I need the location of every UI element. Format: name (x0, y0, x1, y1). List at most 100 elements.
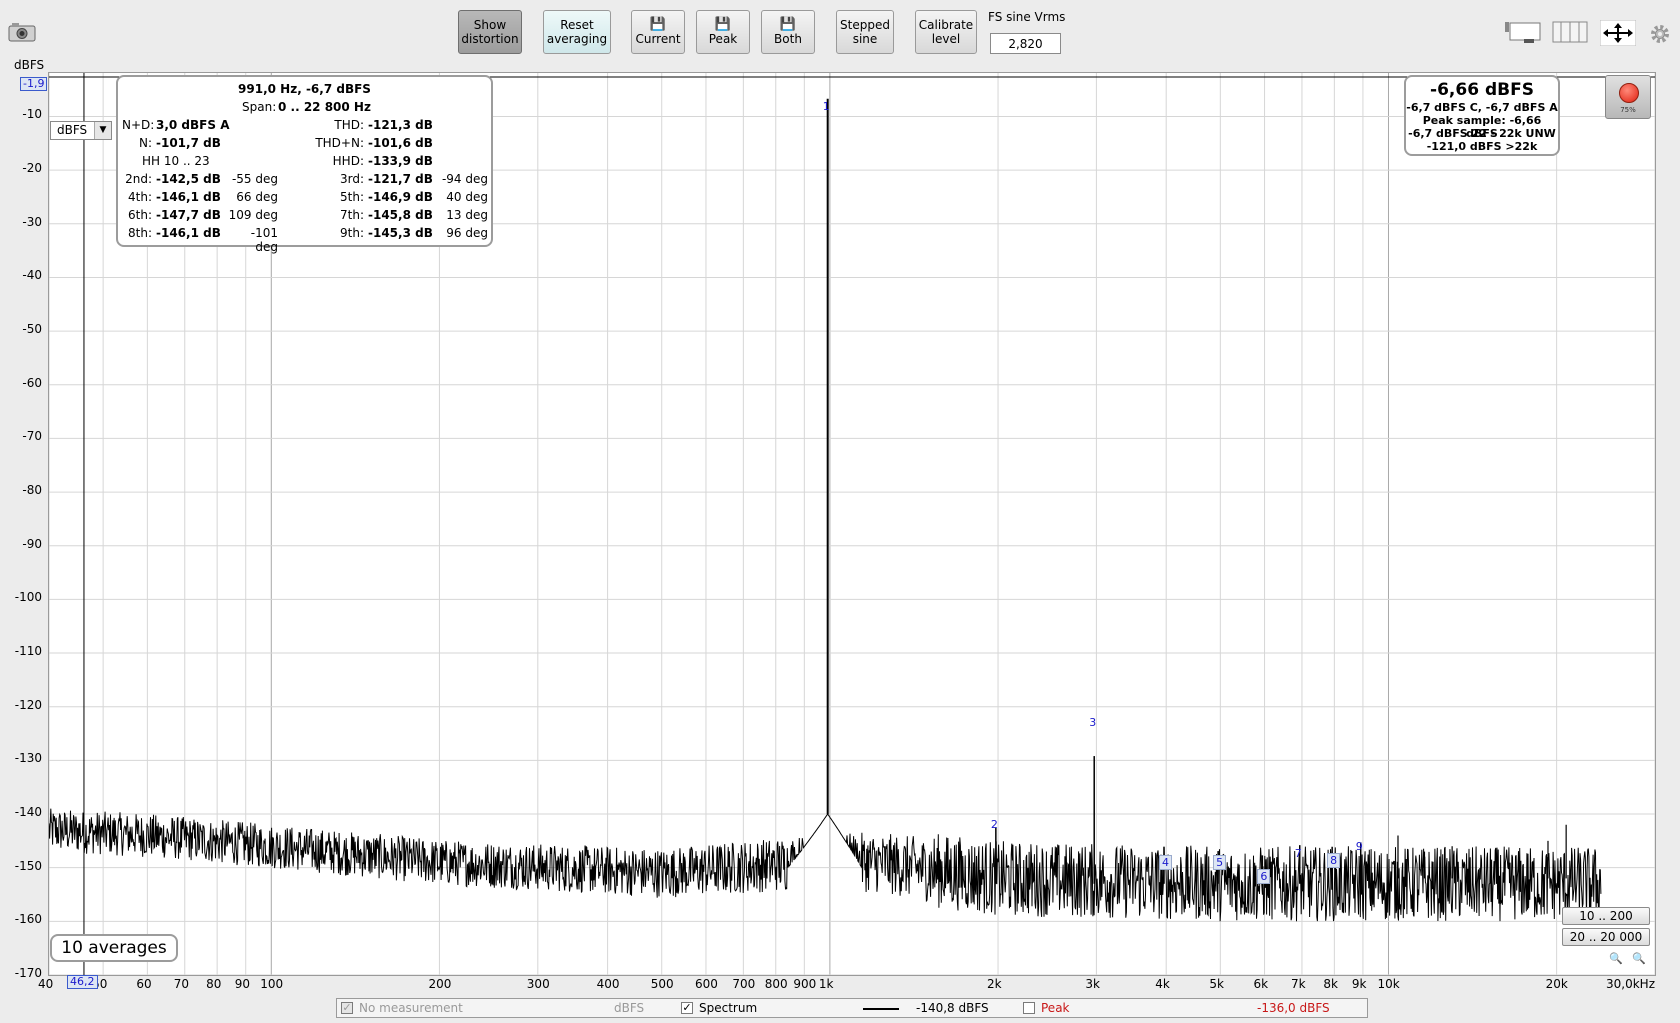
x-tick-label: 300 (526, 977, 550, 991)
reset-averaging-button[interactable]: Reset averaging (543, 10, 611, 54)
range-10-200-button[interactable]: 10 .. 200 (1562, 907, 1650, 925)
x-tick-label: 4k (1155, 977, 1170, 991)
harmonic-number-label: 9 (1355, 840, 1363, 854)
record-icon (1619, 83, 1639, 103)
y-tick-label: -160 (14, 912, 42, 927)
y-tick-label: -40 (22, 268, 42, 283)
y-tick-label: -140 (14, 805, 42, 820)
x-tick-label: 2k (987, 977, 1002, 991)
harmonic-phase: 109 deg (228, 208, 278, 222)
save-current-button[interactable]: 💾 Current (631, 10, 685, 54)
y-tick-label: -30 (22, 214, 42, 229)
fs-sine-input[interactable]: 2,820 (990, 33, 1061, 54)
x-tick-label: 9k (1351, 977, 1367, 991)
x-tick-label: 40 (38, 977, 54, 991)
no-measurement-label: No measurement (359, 1001, 463, 1015)
unit-select-value: dBFS (57, 123, 88, 137)
harmonic-phase: 40 deg (446, 190, 488, 204)
n-value: -101,7 dB (156, 136, 221, 150)
y-cursor-value[interactable]: -1,9 (20, 77, 48, 91)
harmonic-label: 4th: (128, 190, 152, 204)
level-panel: -6,66 dBFS -6,7 dBFS C, -6,7 dBFS A Peak… (1404, 75, 1560, 156)
thdn-label: THD+N: (315, 136, 364, 150)
harmonic-phase: 96 deg (446, 226, 488, 240)
nd-value: 3,0 dBFS A (156, 118, 230, 132)
x-tick-label: 600 (694, 977, 718, 991)
x-tick-label: 10k (1377, 977, 1400, 991)
record-percent: 75% (1620, 106, 1636, 114)
current-label: Current (635, 32, 681, 46)
harmonic-phase: -101 deg (250, 226, 278, 254)
x-tick-label: 3k (1085, 977, 1100, 991)
stepped-sine-button[interactable]: Stepped sine (836, 10, 894, 54)
harmonic-level: -121,7 dB (368, 172, 433, 186)
x-tick-label: 500 (650, 977, 674, 991)
harmonic-phase: 13 deg (446, 208, 488, 222)
fs-sine-label: FS sine Vrms (988, 10, 1066, 24)
columns-icon[interactable] (1552, 20, 1588, 44)
harmonic-number-label: 7 (1294, 847, 1302, 861)
harmonic-label: 2nd: (125, 172, 152, 186)
n-label: N: (138, 136, 152, 150)
x-tick-label: 90 (234, 977, 250, 991)
show-distortion-button[interactable]: Show distortion (458, 10, 522, 54)
floppy-icon: 💾 (779, 17, 797, 32)
y-tick-label: -110 (14, 644, 42, 659)
move-arrows-icon[interactable] (1599, 19, 1637, 47)
y-tick-label: -90 (22, 536, 42, 551)
harmonic-label: 3rd: (339, 172, 364, 186)
calibrate-level-button[interactable]: Calibrate level (915, 10, 977, 54)
x-tick-label: 70 (173, 977, 190, 991)
no-measurement-unit: dBFS (614, 1001, 645, 1015)
hhd-value: -133,9 dB (368, 154, 433, 168)
x-tick-label: 800 (764, 977, 788, 991)
harmonic-label: 6th: (128, 208, 152, 222)
range-full-label: 20 .. 20 000 (1569, 930, 1643, 944)
save-peak-button[interactable]: 💾 Peak (696, 10, 750, 54)
x-tick-label: 7k (1290, 977, 1306, 991)
window-layout-icon[interactable] (1504, 20, 1542, 44)
x-tick-label: 30,0kHz (1606, 977, 1655, 991)
zoom-out-x-icon[interactable]: 🔍 (1609, 952, 1623, 965)
zoom-in-x-icon[interactable]: 🔍 (1632, 952, 1646, 965)
harmonic-level: -142,5 dB (156, 172, 221, 186)
spectrum-checkbox[interactable]: ✓ (681, 1002, 693, 1014)
distortion-panel: 991,0 Hz, -6,7 dBFS Span: 0 .. 22 800 Hz… (116, 75, 493, 254)
y-tick-label: -120 (14, 697, 42, 712)
averages-badge: 10 averages (50, 934, 178, 962)
unit-select[interactable]: dBFS ▼ (50, 121, 112, 140)
y-tick-label: -170 (14, 966, 42, 980)
no-measurement-checkbox[interactable]: ✓ (341, 1002, 353, 1014)
y-tick-label: -80 (22, 483, 42, 498)
harmonic-phase: 66 deg (236, 190, 278, 204)
x-tick-label: 80 (206, 977, 222, 991)
y-unit-label: dBFS (14, 58, 45, 72)
thd-label: THD: (334, 118, 364, 132)
y-tick-label: -100 (14, 590, 42, 605)
harmonic-number-label: 5 (1213, 855, 1227, 871)
harmonic-level: -146,9 dB (368, 190, 433, 204)
x-tick-label: 1k (818, 977, 834, 991)
harmonic-number-label: 2 (990, 817, 998, 831)
level-line4: -121,0 dBFS >22k (1426, 140, 1538, 153)
x-tick-label: 20k (1545, 977, 1568, 991)
camera-icon[interactable] (8, 22, 36, 42)
harmonic-number-label: 4 (1159, 855, 1172, 871)
gear-icon[interactable] (1648, 22, 1672, 46)
reset-averaging-label: Reset averaging (546, 18, 608, 46)
peak-checkbox[interactable] (1023, 1002, 1035, 1014)
range-20-20000-button[interactable]: 20 .. 20 000 (1562, 928, 1650, 946)
range-low-label: 10 .. 200 (1579, 909, 1633, 923)
harmonic-phase: -55 deg (231, 172, 278, 186)
y-tick-label: -20 (22, 161, 42, 176)
x-tick-label: 5k (1209, 977, 1224, 991)
record-button[interactable]: 75% (1605, 75, 1651, 119)
chevron-down-icon: ▼ (94, 122, 111, 139)
x-cursor-value[interactable]: 46,2 (67, 975, 98, 989)
x-tick-label: 900 (793, 977, 817, 991)
save-both-button[interactable]: 💾 Both (761, 10, 815, 54)
floppy-icon: 💾 (649, 17, 667, 32)
x-tick-label: 8k (1323, 977, 1338, 991)
harmonic-label: 9th: (340, 226, 364, 240)
show-distortion-label: Show distortion (461, 18, 519, 46)
